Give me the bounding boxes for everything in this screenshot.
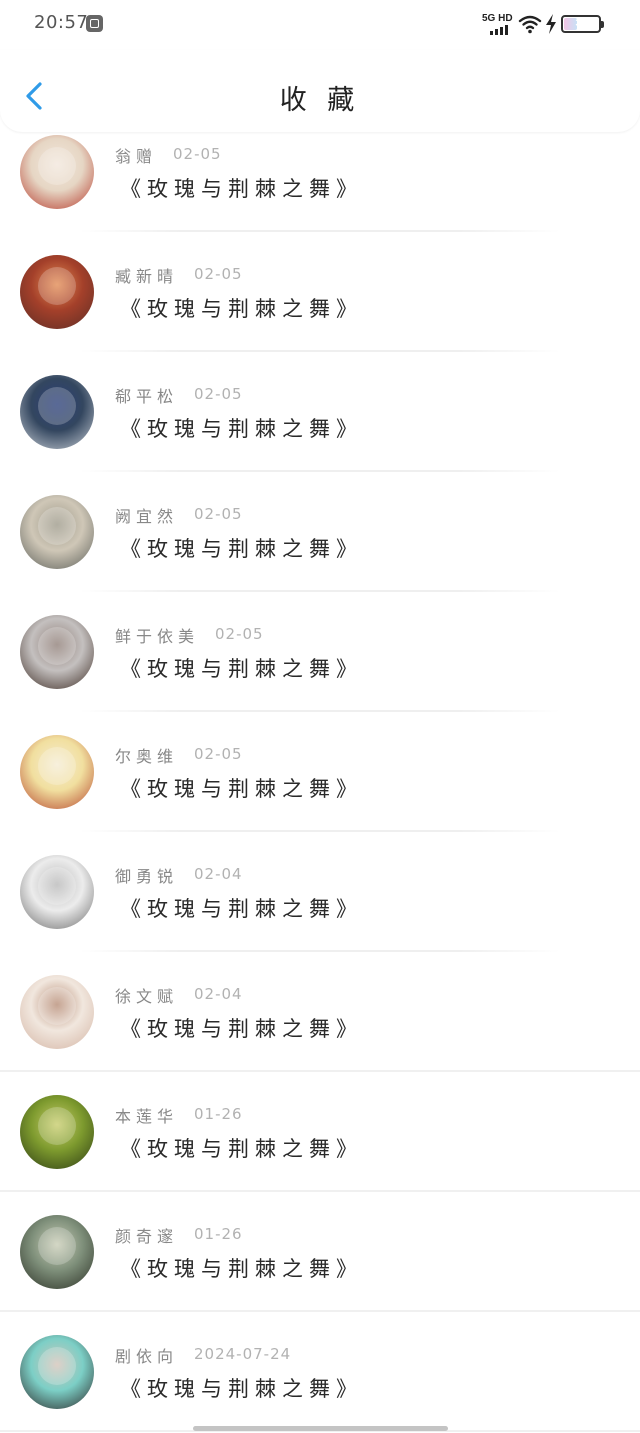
favorite-item[interactable]: 郗平松 02-05 《玫瑰与荆棘之舞》: [0, 352, 640, 472]
item-title[interactable]: 《玫瑰与荆棘之舞》: [120, 893, 363, 923]
favorite-item[interactable]: 徐文赋 02-04 《玫瑰与荆棘之舞》: [0, 952, 640, 1072]
favorite-item[interactable]: 阙宜然 02-05 《玫瑰与荆棘之舞》: [0, 472, 640, 592]
item-date: 02-05: [194, 385, 243, 403]
item-date: 02-04: [194, 985, 243, 1003]
charging-icon: [546, 14, 556, 34]
user-name: 鲜于依美: [115, 627, 200, 646]
item-title[interactable]: 《玫瑰与荆棘之舞》: [120, 533, 363, 563]
user-name: 颜奇邃: [115, 1227, 179, 1246]
user-name: 剧依向: [115, 1347, 179, 1366]
status-bar: 20:57 5G HD 37: [0, 0, 640, 50]
user-name: 臧新晴: [115, 267, 179, 286]
user-name: 翁赠: [115, 147, 158, 166]
item-title[interactable]: 《玫瑰与荆棘之舞》: [120, 773, 363, 803]
item-title[interactable]: 《玫瑰与荆棘之舞》: [120, 173, 363, 203]
battery-icon: 37: [561, 15, 604, 33]
item-date: 02-05: [173, 145, 222, 163]
favorite-item[interactable]: 鲜于依美 02-05 《玫瑰与荆棘之舞》: [0, 592, 640, 712]
network-label: 5G HD: [482, 13, 513, 24]
user-name: 郗平松: [115, 387, 179, 406]
user-name: 徐文赋: [115, 987, 179, 1006]
avatar[interactable]: [20, 735, 94, 809]
favorites-list: 翁赠 02-05 《玫瑰与荆棘之舞》 臧新晴 02-05 《玫瑰与荆棘之舞》 郗平松 02-0…: [0, 112, 640, 1432]
status-time: 20:57: [34, 12, 89, 33]
wifi-icon: [518, 15, 542, 34]
user-name: 阙宜然: [115, 507, 179, 526]
user-name: 本莲华: [115, 1107, 179, 1126]
item-date: 01-26: [194, 1105, 243, 1123]
avatar[interactable]: [20, 375, 94, 449]
avatar[interactable]: [20, 495, 94, 569]
favorite-item[interactable]: 本莲华 01-26 《玫瑰与荆棘之舞》: [0, 1072, 640, 1192]
item-title[interactable]: 《玫瑰与荆棘之舞》: [120, 293, 363, 323]
avatar[interactable]: [20, 975, 94, 1049]
item-date: 02-05: [194, 265, 243, 283]
item-title[interactable]: 《玫瑰与荆棘之舞》: [120, 413, 363, 443]
avatar[interactable]: [20, 255, 94, 329]
item-date: 02-05: [194, 505, 243, 523]
item-date: 01-26: [194, 1225, 243, 1243]
favorite-item[interactable]: 臧新晴 02-05 《玫瑰与荆棘之舞》: [0, 232, 640, 352]
avatar[interactable]: [20, 615, 94, 689]
item-title[interactable]: 《玫瑰与荆棘之舞》: [120, 1133, 363, 1163]
item-date: 02-04: [194, 865, 243, 883]
favorite-item[interactable]: 颜奇邃 01-26 《玫瑰与荆棘之舞》: [0, 1192, 640, 1312]
item-title[interactable]: 《玫瑰与荆棘之舞》: [120, 653, 363, 683]
avatar[interactable]: [20, 855, 94, 929]
avatar[interactable]: [20, 1215, 94, 1289]
item-date: 02-05: [194, 745, 243, 763]
item-title[interactable]: 《玫瑰与荆棘之舞》: [120, 1253, 363, 1283]
page-title: 收 藏: [279, 85, 361, 116]
battery-level: 37: [575, 18, 587, 29]
item-date: 02-05: [215, 625, 264, 643]
user-name: 尔奥维: [115, 747, 179, 766]
favorite-item[interactable]: 御勇锐 02-04 《玫瑰与荆棘之舞》: [0, 832, 640, 952]
item-date: 2024-07-24: [194, 1345, 292, 1363]
avatar[interactable]: [20, 1335, 94, 1409]
favorite-item[interactable]: 尔奥维 02-05 《玫瑰与荆棘之舞》: [0, 712, 640, 832]
avatar[interactable]: [20, 135, 94, 209]
signal-icon: [490, 25, 514, 35]
header: 收 藏: [0, 50, 640, 132]
home-indicator[interactable]: [193, 1426, 448, 1431]
app-notification-icon: [86, 15, 103, 32]
user-name: 御勇锐: [115, 867, 179, 886]
avatar[interactable]: [20, 1095, 94, 1169]
item-title[interactable]: 《玫瑰与荆棘之舞》: [120, 1013, 363, 1043]
item-title[interactable]: 《玫瑰与荆棘之舞》: [120, 1373, 363, 1403]
favorite-item[interactable]: 剧依向 2024-07-24 《玫瑰与荆棘之舞》: [0, 1312, 640, 1432]
